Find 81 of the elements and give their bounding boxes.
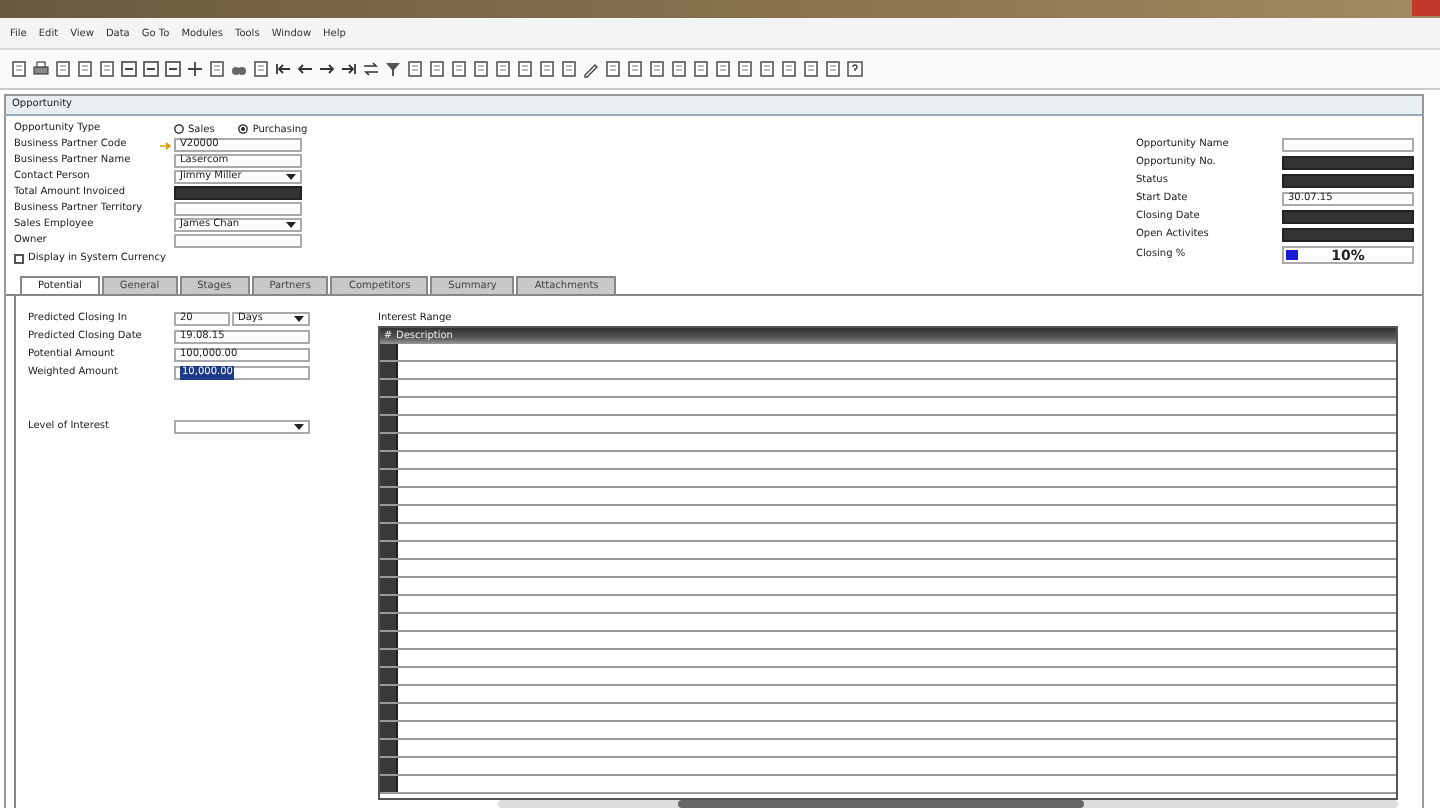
- readonly-field: [1282, 210, 1414, 225]
- document-icon[interactable]: [692, 60, 710, 78]
- table-row[interactable]: [380, 542, 1396, 560]
- document-icon[interactable]: [54, 60, 72, 78]
- radio-icon[interactable]: [238, 124, 249, 134]
- document-icon[interactable]: [252, 60, 270, 78]
- table-row[interactable]: [380, 704, 1396, 722]
- table-row[interactable]: [380, 344, 1396, 362]
- document-icon[interactable]: [736, 60, 754, 78]
- checkbox[interactable]: [14, 254, 24, 264]
- caret-icon[interactable]: [294, 424, 304, 430]
- document-icon[interactable]: [538, 60, 556, 78]
- scrollbar[interactable]: [498, 800, 1398, 808]
- table-row[interactable]: [380, 758, 1396, 776]
- document-icon[interactable]: [780, 60, 798, 78]
- window-icon[interactable]: [164, 60, 182, 78]
- link-arrow-icon[interactable]: [160, 141, 172, 149]
- printer-icon[interactable]: [32, 60, 50, 78]
- readonly-field: [1282, 155, 1414, 170]
- table-row[interactable]: [380, 524, 1396, 542]
- table-row[interactable]: [380, 578, 1396, 596]
- table-row[interactable]: [380, 722, 1396, 740]
- window-icon[interactable]: [120, 60, 138, 78]
- pen-icon[interactable]: [582, 60, 600, 78]
- swap-icon[interactable]: [362, 60, 380, 78]
- table-row[interactable]: [380, 380, 1396, 398]
- first-record-icon[interactable]: [274, 60, 292, 78]
- document-icon[interactable]: [516, 60, 534, 78]
- document-icon[interactable]: [648, 60, 666, 78]
- left-arrow-icon[interactable]: [296, 60, 314, 78]
- table-row[interactable]: [380, 776, 1396, 794]
- table-row[interactable]: [380, 506, 1396, 524]
- table-row[interactable]: [380, 614, 1396, 632]
- table-row[interactable]: [380, 668, 1396, 686]
- caret-icon[interactable]: [286, 174, 296, 180]
- readonly-field: [174, 186, 302, 200]
- document-icon[interactable]: [560, 60, 578, 78]
- readonly-field: [1282, 228, 1414, 243]
- document-icon[interactable]: [626, 60, 644, 78]
- input-field[interactable]: [1282, 137, 1414, 152]
- document-icon[interactable]: [670, 60, 688, 78]
- table-row[interactable]: [380, 470, 1396, 488]
- table-row[interactable]: [380, 452, 1396, 470]
- radio-icon[interactable]: [174, 124, 184, 134]
- table-row[interactable]: [380, 686, 1396, 704]
- document-icon[interactable]: [208, 60, 226, 78]
- table-row[interactable]: [380, 632, 1396, 650]
- document-icon[interactable]: [472, 60, 490, 78]
- right-arrow-icon[interactable]: [318, 60, 336, 78]
- document-icon[interactable]: [802, 60, 820, 78]
- table-row[interactable]: [380, 740, 1396, 758]
- readonly-field: [1282, 173, 1414, 188]
- table-row[interactable]: [380, 560, 1396, 578]
- move-icon[interactable]: [186, 60, 204, 78]
- table-row[interactable]: [380, 488, 1396, 506]
- table-row[interactable]: [380, 362, 1396, 380]
- dropdown-field[interactable]: [174, 420, 310, 434]
- document-icon[interactable]: [10, 60, 28, 78]
- document-icon[interactable]: [76, 60, 94, 78]
- help-icon[interactable]: [846, 60, 864, 78]
- caret-icon[interactable]: [286, 222, 296, 228]
- document-icon[interactable]: [98, 60, 116, 78]
- document-icon[interactable]: [406, 60, 424, 78]
- table-row[interactable]: [380, 596, 1396, 614]
- last-record-icon[interactable]: [340, 60, 358, 78]
- table-row[interactable]: [380, 434, 1396, 452]
- input-field[interactable]: [174, 234, 302, 248]
- caret-icon[interactable]: [294, 316, 304, 322]
- document-icon[interactable]: [428, 60, 446, 78]
- window-icon[interactable]: [142, 60, 160, 78]
- document-icon[interactable]: [450, 60, 468, 78]
- table-row[interactable]: [380, 650, 1396, 668]
- table-row[interactable]: [380, 416, 1396, 434]
- filter-icon[interactable]: [384, 60, 402, 78]
- document-icon[interactable]: [494, 60, 512, 78]
- document-icon[interactable]: [824, 60, 842, 78]
- document-icon[interactable]: [714, 60, 732, 78]
- table-row[interactable]: [380, 398, 1396, 416]
- document-icon[interactable]: [604, 60, 622, 78]
- input-field[interactable]: [174, 202, 302, 216]
- document-icon[interactable]: [758, 60, 776, 78]
